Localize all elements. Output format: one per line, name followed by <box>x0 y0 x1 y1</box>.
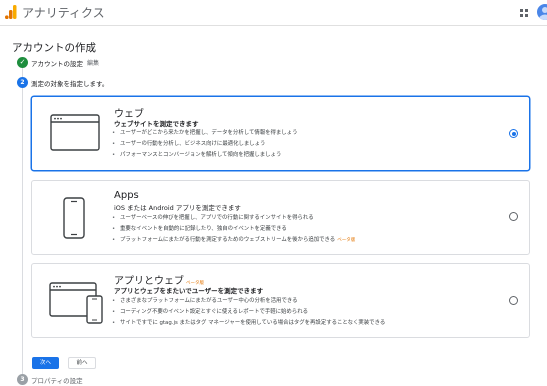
step-3-label: プロパティの設定 <box>31 377 83 385</box>
mobile-phone-icon <box>63 197 85 239</box>
option-feature-list: さまざまなプラットフォームにまたがるユーザー中心の分析を活用できる コーディング… <box>112 296 385 330</box>
step-2-label: 測定の対象を指定します。 <box>31 80 109 88</box>
radio-web-selected[interactable] <box>509 129 518 138</box>
step-complete-check-icon: ✓ <box>17 57 28 68</box>
beta-badge: ベータ版 <box>337 238 356 244</box>
previous-button[interactable]: 前へ <box>68 357 96 369</box>
radio-apps[interactable] <box>509 212 518 221</box>
list-item-text: プラットフォームにまたがる行動を測定するためのウェブストリームを後から追加できる <box>120 237 336 244</box>
step-1-label: アカウントの設定 <box>31 60 83 68</box>
top-app-bar: アナリティクス <box>0 0 547 26</box>
radio-app-and-web[interactable] <box>509 296 518 305</box>
list-item: ユーザーの行動を分析し、ビジネス向けに最適化しましょう <box>112 139 297 150</box>
step-connector <box>22 88 23 374</box>
page-title: アカウントの作成 <box>12 42 96 54</box>
list-item: プラットフォームにまたがる行動を測定するためのウェブストリームを後から追加できる… <box>112 235 355 246</box>
list-item: サイトですでに gtag.js またはタグ マネージャーを使用している場合はタグ… <box>112 318 385 329</box>
browser-window-icon <box>50 114 100 151</box>
option-card-app-and-web[interactable]: アプリとウェブベータ版 アプリとウェブをまたいでユーザーを測定できます さまざま… <box>31 263 530 338</box>
analytics-logo-icon[interactable] <box>5 5 17 19</box>
option-feature-list: ユーザーがどこから来たかを把握し、データを分析して情報を得ましょう ユーザーの行… <box>112 128 297 162</box>
step-1-edit-link[interactable]: 編集 <box>87 58 99 67</box>
next-button[interactable]: 次へ <box>32 357 59 369</box>
list-item: さまざまなプラットフォームにまたがるユーザー中心の分析を活用できる <box>112 296 385 307</box>
step-connector <box>22 68 23 77</box>
option-feature-list: ユーザーベースの伸びを把握し、アプリでの行動に関するインサイトを得られる 重要な… <box>112 213 355 247</box>
option-card-apps[interactable]: Apps iOS または Android アプリを測定できます ユーザーベースの… <box>31 180 530 255</box>
app-title: アナリティクス <box>22 6 105 20</box>
list-item: ユーザーベースの伸びを把握し、アプリでの行動に関するインサイトを得られる <box>112 213 355 224</box>
option-subtitle: ウェブサイトを測定できます <box>114 120 199 128</box>
list-item: コーディング不要のイベント設定とすぐに使えるレポートで手軽に始められる <box>112 307 385 318</box>
list-item: ユーザーがどこから来たかを把握し、データを分析して情報を得ましょう <box>112 128 297 139</box>
account-avatar[interactable] <box>537 4 547 20</box>
option-card-web[interactable]: ウェブ ウェブサイトを測定できます ユーザーがどこから来たかを把握し、データを分… <box>31 96 530 171</box>
step-2-number-icon: 2 <box>17 77 28 88</box>
option-subtitle: アプリとウェブをまたいでユーザーを測定できます <box>114 287 264 295</box>
apps-grid-icon[interactable] <box>519 8 529 18</box>
option-subtitle: iOS または Android アプリを測定できます <box>114 204 241 212</box>
list-item: パフォーマンスとコンバージョンを解析して傾向を把握しましょう <box>112 150 297 161</box>
browser-and-phone-icon <box>49 282 103 324</box>
step-3-number-icon: 3 <box>17 374 28 385</box>
user-avatar-icon <box>539 7 547 20</box>
option-title: Apps <box>114 190 139 201</box>
list-item: 重要なイベントを自動的に記録したり、独自のイベントを定義できる <box>112 224 355 235</box>
